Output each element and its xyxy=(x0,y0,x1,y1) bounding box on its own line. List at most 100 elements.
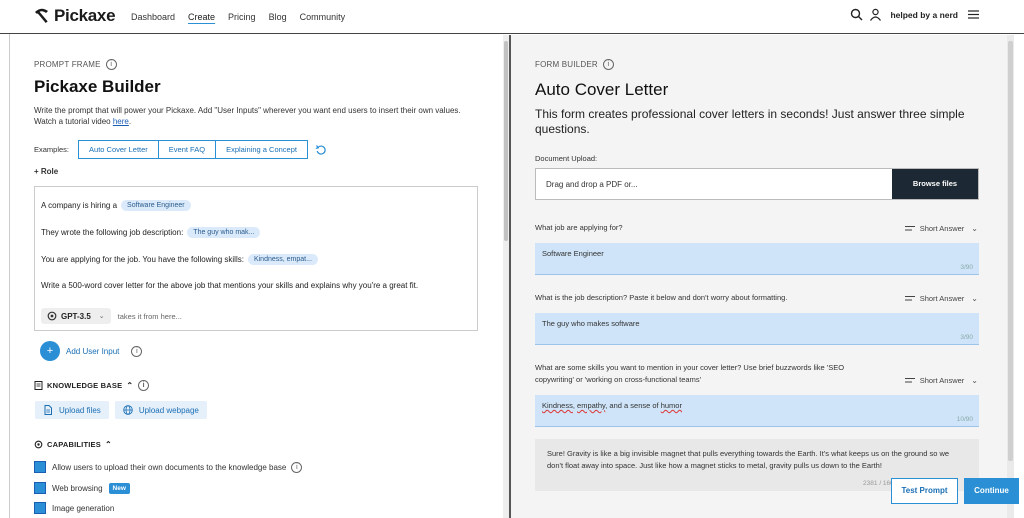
knowledge-base-label: KNOWLEDGE BASE xyxy=(47,381,123,390)
description: Write the prompt that will power your Pi… xyxy=(34,106,461,126)
example-auto-cover-letter[interactable]: Auto Cover Letter xyxy=(78,140,159,159)
prompt-frame-label: PROMPT FRAME xyxy=(34,60,101,69)
user-icon[interactable] xyxy=(869,8,882,21)
question-label: What are some skills you want to mention… xyxy=(535,363,845,384)
gear-icon xyxy=(34,440,43,449)
document-icon xyxy=(34,381,43,390)
user-input-chip[interactable]: The guy who mak... xyxy=(187,227,261,238)
scrollbar-thumb[interactable] xyxy=(504,41,508,241)
capabilities-label: CAPABILITIES xyxy=(47,440,101,449)
right-scrollbar[interactable] xyxy=(1007,35,1014,518)
question-type-label: Short Answer xyxy=(919,224,965,233)
checkbox[interactable] xyxy=(34,482,46,494)
browse-files-button[interactable]: Browse files xyxy=(892,169,978,199)
examples-label: Examples: xyxy=(34,145,70,154)
description-text: Write the prompt that will power your Pi… xyxy=(34,106,461,126)
continue-button[interactable]: Continue xyxy=(964,478,1019,504)
add-user-input-button[interactable]: + Add User Input i xyxy=(40,341,143,361)
model-hint: takes it from here... xyxy=(117,311,182,321)
add-role-button[interactable]: + Role xyxy=(34,167,58,176)
form-subtitle: This form creates professional cover let… xyxy=(535,107,965,136)
user-input-chip[interactable]: Kindness, empat... xyxy=(247,254,318,265)
file-dropzone[interactable]: Drag and drop a PDF or... Browse files xyxy=(535,168,979,200)
file-icon xyxy=(44,405,52,415)
capabilities-header[interactable]: CAPABILITIES ⌃ xyxy=(34,440,112,449)
example-event-faq[interactable]: Event FAQ xyxy=(157,140,217,159)
examples-row: Examples: Auto Cover Letter Event FAQ Ex… xyxy=(34,140,327,159)
nav-link-create[interactable]: Create xyxy=(188,12,216,24)
form-title: Auto Cover Letter xyxy=(535,80,669,99)
doc-upload-label: Document Upload: xyxy=(535,154,598,163)
answer-word: humor xyxy=(660,401,682,410)
capability-web-browsing[interactable]: Web browsing New xyxy=(34,482,130,494)
section-label: PROMPT FRAME i xyxy=(34,59,117,70)
answer-field[interactable]: The guy who makes software 3/90 xyxy=(535,313,979,345)
answer-value: The guy who makes software xyxy=(542,319,640,328)
knowledge-base-header[interactable]: KNOWLEDGE BASE ⌃ i xyxy=(34,380,150,391)
nav-link-community[interactable]: Community xyxy=(300,12,346,24)
question-type-label: Short Answer xyxy=(919,376,965,385)
pickaxe-icon xyxy=(35,8,48,24)
answer-field[interactable]: Software Engineer 3/90 xyxy=(535,243,979,275)
checkbox[interactable] xyxy=(34,461,46,473)
nav-link-blog[interactable]: Blog xyxy=(269,12,287,24)
search-icon[interactable] xyxy=(850,8,863,21)
upload-files-button[interactable]: Upload files xyxy=(35,401,109,419)
short-answer-icon xyxy=(904,378,915,383)
question-type-select[interactable]: Short Answer ⌄ xyxy=(904,294,978,303)
chevron-down-icon: ⌄ xyxy=(98,313,105,320)
info-icon[interactable]: i xyxy=(138,380,150,391)
prompt-frame-panel: PROMPT FRAME i Pickaxe Builder Write the… xyxy=(10,35,503,518)
upload-row: Upload files Upload webpage xyxy=(35,401,213,419)
prompt-line: A company is hiring a Software Engineer xyxy=(41,200,191,211)
hamburger-menu-icon[interactable] xyxy=(967,8,980,21)
capability-label: Image generation xyxy=(52,503,115,513)
answer-field[interactable]: Kindness, empathy, and a sense of humor … xyxy=(535,395,979,427)
short-answer-icon xyxy=(904,226,915,231)
answer-word: Kindness xyxy=(542,401,573,410)
example-explaining-concept[interactable]: Explaining a Concept xyxy=(215,140,308,159)
char-count: 10/90 xyxy=(956,416,973,423)
user-name[interactable]: helped by a nerd xyxy=(890,10,958,20)
scrollbar-thumb[interactable] xyxy=(1008,41,1013,461)
short-answer-icon xyxy=(904,296,915,301)
info-icon[interactable]: i xyxy=(131,345,143,357)
info-icon[interactable]: i xyxy=(602,59,614,70)
logo[interactable]: Pickaxe xyxy=(33,6,116,26)
info-icon[interactable]: i xyxy=(291,461,303,473)
question-label: What is the job description? Paste it be… xyxy=(535,293,788,302)
prompt-line: You are applying for the job. You have t… xyxy=(41,254,318,265)
question-type-select[interactable]: Short Answer ⌄ xyxy=(904,224,978,233)
prompt-editor[interactable]: A company is hiring a Software Engineer … xyxy=(34,186,478,331)
dropzone-placeholder: Drag and drop a PDF or... xyxy=(546,180,638,189)
char-count: 3/90 xyxy=(960,264,973,271)
prompt-line: They wrote the following job description… xyxy=(41,227,261,238)
model-select[interactable]: GPT-3.5 ⌄ xyxy=(41,308,111,324)
model-row: GPT-3.5 ⌄ takes it from here... xyxy=(41,308,182,324)
user-input-chip[interactable]: Software Engineer xyxy=(121,200,191,211)
nav-link-dashboard[interactable]: Dashboard xyxy=(131,12,175,24)
globe-icon xyxy=(123,405,133,415)
refresh-icon[interactable] xyxy=(315,144,327,156)
tutorial-link[interactable]: here xyxy=(113,117,129,126)
upload-webpage-button[interactable]: Upload webpage xyxy=(114,401,207,419)
capability-image-generation[interactable]: Image generation xyxy=(34,502,114,514)
model-name: GPT-3.5 xyxy=(61,311,91,321)
answer-value: Kindness, empathy, and a sense of humor xyxy=(542,401,682,410)
form-builder-panel: FORM BUILDER i Auto Cover Letter This fo… xyxy=(511,35,1007,518)
answer-value: Software Engineer xyxy=(542,249,604,258)
page-title: Pickaxe Builder xyxy=(34,77,161,96)
test-prompt-button[interactable]: Test Prompt xyxy=(891,478,958,504)
nav-link-pricing[interactable]: Pricing xyxy=(228,12,256,24)
nav-links: Dashboard Create Pricing Blog Community xyxy=(131,12,358,24)
top-nav: Pickaxe Dashboard Create Pricing Blog Co… xyxy=(0,0,1024,34)
info-icon[interactable]: i xyxy=(105,59,117,70)
checkbox[interactable] xyxy=(34,502,46,514)
openai-icon xyxy=(47,311,57,321)
answer-text: , and a sense of xyxy=(605,401,661,410)
prompt-text: They wrote the following job description… xyxy=(41,228,184,237)
question-type-label: Short Answer xyxy=(919,294,965,303)
capability-upload-docs[interactable]: Allow users to upload their own document… xyxy=(34,461,303,473)
question-type-select[interactable]: Short Answer ⌄ xyxy=(904,376,978,385)
answer-word: empathy xyxy=(577,401,606,410)
